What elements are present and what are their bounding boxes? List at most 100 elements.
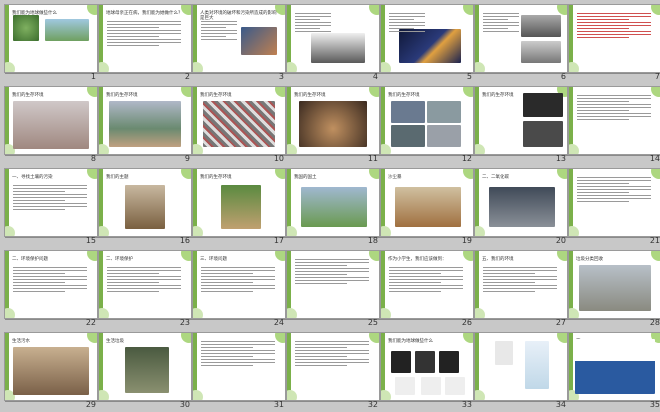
slide-preview[interactable]: 我们能为地球做些什么 — [380, 332, 474, 401]
slide-thumbnail[interactable]: 我们的主题 16 — [98, 168, 192, 248]
circle-decoration-icon — [5, 226, 15, 236]
slide-preview[interactable]: 三、环境问题 — [192, 250, 286, 319]
slide-thumbnail[interactable]: 我们能为地球做些什么 33 — [380, 332, 474, 412]
circle-decoration-icon — [99, 226, 109, 236]
slide-number: 14 — [649, 154, 660, 163]
slide-number: 19 — [461, 236, 472, 245]
slide-thumbnail[interactable]: 作为小学生，我们应该做到： 26 — [380, 250, 474, 330]
slide-preview[interactable] — [474, 4, 568, 73]
slide-image — [241, 27, 277, 55]
slide-thumbnail[interactable]: 我们能为地球做些什么 1 — [4, 4, 98, 84]
slide-thumbnail[interactable]: 5 — [380, 4, 474, 84]
slide-number: 7 — [654, 72, 660, 81]
slide-thumbnail[interactable]: 人类对环境的破坏和污染所造成的影响是巨大 3 — [192, 4, 286, 84]
slide-preview[interactable]: 我们的生存环境 — [192, 86, 286, 155]
slide-preview[interactable]: 我们的主题 — [98, 168, 192, 237]
slide-preview[interactable]: 第1PPT — [568, 332, 660, 401]
slide-thumbnail[interactable]: 我们的生存环境 11 — [286, 86, 380, 166]
slide-thumbnail[interactable]: 6 — [474, 4, 568, 84]
circle-decoration-icon — [5, 308, 15, 318]
slide-thumbnail[interactable]: 我们的生存环境 9 — [98, 86, 192, 166]
slide-preview[interactable]: 五、我们的环境 — [474, 250, 568, 319]
slide-preview[interactable]: 我国的国土 — [286, 168, 380, 237]
slide-title: 我国的国土 — [294, 174, 317, 179]
slide-thumbnail[interactable]: 25 — [286, 250, 380, 330]
slide-preview[interactable] — [568, 4, 660, 73]
slide-preview[interactable]: 我们的生存环境 — [286, 86, 380, 155]
slide-preview[interactable]: 沙尘暴 — [380, 168, 474, 237]
slide-thumbnail[interactable]: 二、环境保护 23 — [98, 250, 192, 330]
slide-thumbnail[interactable]: 4 — [286, 4, 380, 84]
slide-thumbnail[interactable]: 生活污水 29 — [4, 332, 98, 412]
slide-preview[interactable]: 作为小学生，我们应该做到： — [380, 250, 474, 319]
slide-preview[interactable]: 我们的生存环境 — [380, 86, 474, 155]
slide-title: 我们的生存环境 — [12, 92, 44, 97]
circle-decoration-icon — [193, 390, 203, 400]
circle-decoration-icon — [287, 390, 297, 400]
slide-thumbnail[interactable]: 14 — [568, 86, 660, 166]
slide-preview[interactable]: 我们的生存环境 — [98, 86, 192, 155]
circle-decoration-icon — [193, 308, 203, 318]
slide-preview[interactable]: 二、二氧化碳 — [474, 168, 568, 237]
slide-number: 10 — [273, 154, 284, 163]
slide-body-text — [389, 267, 463, 294]
slide-thumbnail[interactable]: 生活垃圾 30 — [98, 332, 192, 412]
slide-thumbnail[interactable]: 我们的生存环境 13 — [474, 86, 568, 166]
slide-thumbnail[interactable]: 34 — [474, 332, 568, 412]
slide-image — [203, 101, 275, 147]
slide-preview[interactable]: 我们的生存环境 — [474, 86, 568, 155]
slide-number: 21 — [649, 236, 660, 245]
slide-title: 垃圾分类回收 — [576, 256, 603, 261]
slide-preview[interactable] — [286, 4, 380, 73]
slide-number: 23 — [179, 318, 190, 327]
slide-preview[interactable] — [192, 332, 286, 401]
slide-preview[interactable] — [286, 332, 380, 401]
slide-title: 作为小学生，我们应该做到： — [388, 256, 447, 261]
slide-preview[interactable]: 生活污水 — [4, 332, 98, 401]
slide-preview[interactable]: 二、环境保护 — [98, 250, 192, 319]
slide-thumbnail[interactable]: 二、二氧化碳 20 — [474, 168, 568, 248]
slide-thumbnail[interactable]: 7 — [568, 4, 660, 84]
slide-image — [575, 339, 655, 394]
slide-preview[interactable] — [474, 332, 568, 401]
slide-preview[interactable]: 我们能为地球做些什么 — [4, 4, 98, 73]
slide-preview[interactable]: 垃圾分类回收 — [568, 250, 660, 319]
slide-thumbnail[interactable]: 垃圾分类回收 28 — [568, 250, 660, 330]
slide-thumbnail[interactable]: 我们的生存环境 17 — [192, 168, 286, 248]
slide-thumbnail[interactable]: 我们的生存环境 8 — [4, 86, 98, 166]
slide-preview[interactable]: 地球母亲正在病，我们能为她做什么？ — [98, 4, 192, 73]
slide-number: 3 — [278, 72, 284, 81]
slide-number: 17 — [273, 236, 284, 245]
slide-preview[interactable] — [286, 250, 380, 319]
circle-decoration-icon — [5, 62, 15, 72]
slide-thumbnail[interactable]: 五、我们的环境 27 — [474, 250, 568, 330]
slide-title: 人类对环境的破坏和污染所造成的影响是巨大 — [200, 10, 277, 20]
slide-preview[interactable] — [568, 168, 660, 237]
slide-thumbnail[interactable]: 二、环境保护问题 22 — [4, 250, 98, 330]
slide-thumbnail[interactable]: 我们的生存环境 12 — [380, 86, 474, 166]
slide-thumbnail[interactable]: 21 — [568, 168, 660, 248]
slide-preview[interactable] — [380, 4, 474, 73]
slide-preview[interactable]: 我们的生存环境 — [4, 86, 98, 155]
slide-number: 33 — [461, 400, 472, 409]
slide-thumbnail[interactable]: 我们的生存环境 10 — [192, 86, 286, 166]
slide-image — [395, 187, 461, 227]
slide-image — [399, 29, 461, 63]
slide-preview[interactable]: 人类对环境的破坏和污染所造成的影响是巨大 — [192, 4, 286, 73]
leaf-decoration-icon — [275, 333, 285, 343]
slide-thumbnail[interactable]: 三、环境问题 24 — [192, 250, 286, 330]
slide-thumbnail[interactable]: 我国的国土 18 — [286, 168, 380, 248]
slide-number: 1 — [90, 72, 96, 81]
slide-body-text — [295, 259, 369, 286]
slide-preview[interactable]: 一、寻找土壤的污染 — [4, 168, 98, 237]
slide-preview[interactable]: 生活垃圾 — [98, 332, 192, 401]
slide-thumbnail[interactable]: 31 — [192, 332, 286, 412]
slide-thumbnail[interactable]: 沙尘暴 19 — [380, 168, 474, 248]
slide-thumbnail[interactable]: 地球母亲正在病，我们能为她做什么？ 2 — [98, 4, 192, 84]
slide-preview[interactable]: 我们的生存环境 — [192, 168, 286, 237]
slide-thumbnail[interactable]: 32 — [286, 332, 380, 412]
slide-thumbnail[interactable]: 第1PPT35 — [568, 332, 660, 412]
slide-preview[interactable]: 二、环境保护问题 — [4, 250, 98, 319]
slide-preview[interactable] — [568, 86, 660, 155]
slide-thumbnail[interactable]: 一、寻找土壤的污染 15 — [4, 168, 98, 248]
